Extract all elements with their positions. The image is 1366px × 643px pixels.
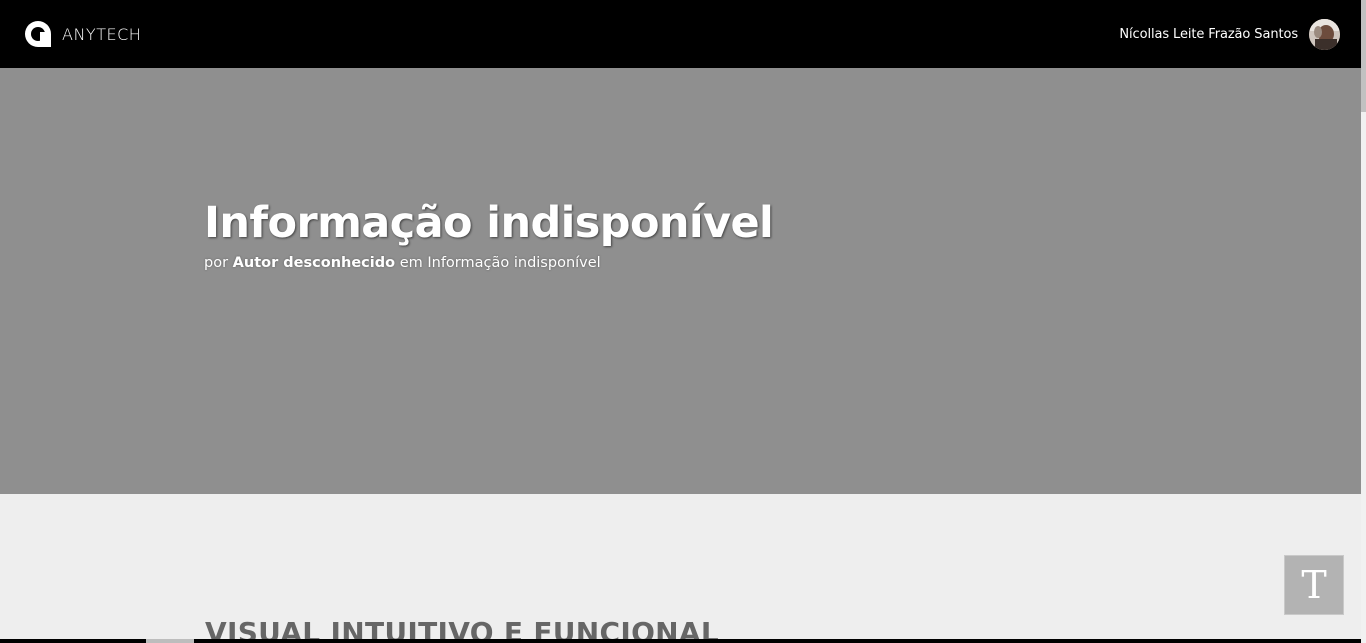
meta-prefix: por	[204, 255, 229, 271]
text-size-button[interactable]: T	[1284, 555, 1344, 615]
author-name[interactable]: Autor desconhecido	[233, 255, 395, 271]
bottom-divider-accent	[146, 639, 194, 643]
top-navbar: ANYTECH Nícollas Leite Frazão Santos	[0, 0, 1361, 68]
user-name: Nícollas Leite Frazão Santos	[1119, 26, 1298, 42]
brand-link[interactable]: ANYTECH	[24, 20, 141, 48]
meta-middle: em	[399, 255, 423, 271]
article-meta: por Autor desconhecido em Informação ind…	[204, 255, 601, 271]
hero-banner: Informação indisponível por Autor descon…	[0, 68, 1361, 494]
bottom-divider	[0, 639, 1361, 643]
article-category[interactable]: Informação indisponível	[427, 255, 600, 271]
anytech-logo-icon	[25, 21, 51, 47]
user-menu[interactable]: Nícollas Leite Frazão Santos	[1119, 18, 1340, 50]
scrollbar-thumb[interactable]	[1361, 0, 1366, 112]
page: ANYTECH Nícollas Leite Frazão Santos Inf…	[0, 0, 1366, 643]
user-avatar[interactable]	[1309, 18, 1340, 50]
scrollbar[interactable]	[1361, 0, 1366, 643]
brand-name: ANYTECH	[62, 24, 142, 44]
article-title: Informação indisponível	[204, 198, 774, 248]
text-size-icon: T	[1301, 563, 1327, 607]
